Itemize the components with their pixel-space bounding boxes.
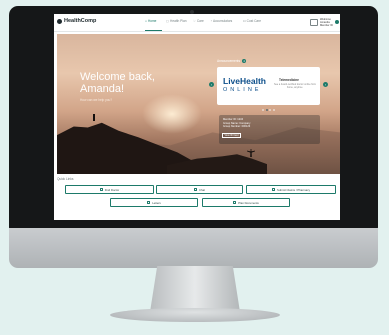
healthcomp-logo[interactable]: HealthComp — [57, 18, 96, 24]
view-id-card-button[interactable]: View ID Card — [222, 133, 241, 138]
announcements-count-badge: 4 — [242, 59, 247, 63]
quick-links-label: Quick Links — [57, 177, 74, 181]
monitor-chin — [9, 228, 378, 268]
monitor-stand-base — [110, 308, 280, 322]
livehealth-logo-text: LiveHealth — [223, 76, 266, 86]
welcome-heading: Welcome back, Amanda! — [80, 71, 155, 95]
quick-link-label: Chat — [199, 187, 205, 192]
hero-banner: Welcome back, Amanda! How can we help yo… — [57, 34, 340, 174]
nav-cost-care-label: Cost Care — [246, 19, 262, 23]
announcement-text: See a board-certified doctor online from… — [274, 83, 316, 89]
search-icon — [99, 188, 103, 191]
top-header: HealthComp ⌂ Home ▢ Health Plan ♡ Care ◔… — [54, 14, 340, 32]
welcome-subtitle: How can we help you? — [80, 98, 113, 102]
nav-care-label: Care — [196, 19, 204, 23]
sun-glow — [142, 94, 202, 134]
carousel-dot[interactable] — [272, 109, 275, 111]
quick-link-chat[interactable]: Chat — [156, 185, 243, 194]
quick-link-label: Find Doctor — [104, 187, 120, 192]
avatar[interactable] — [335, 20, 339, 24]
announcements-label: Announcements 4 — [217, 59, 247, 63]
monitor-stand-neck — [150, 266, 240, 312]
chevron-right-icon: › — [324, 82, 327, 87]
claims-icon — [272, 188, 276, 191]
nav-accumulators[interactable]: ◔ Accumulators — [210, 19, 232, 23]
quick-link-label: Letters — [152, 200, 161, 205]
nav-care[interactable]: ♡ Care — [193, 19, 204, 23]
nav-home[interactable]: ⌂ Home — [145, 19, 156, 23]
nav-active-underline — [145, 30, 162, 31]
quick-link-letters[interactable]: Letters — [110, 198, 198, 207]
chat-bubble-icon — [194, 188, 198, 191]
carousel-dot[interactable] — [265, 109, 268, 111]
quick-link-label: Submit Claims / Pharmacy — [277, 187, 310, 192]
member-id-line: Member ID: 1234 — [223, 118, 244, 121]
nav-health-plan-label: Health Plan — [170, 19, 187, 23]
chat-icon[interactable] — [310, 19, 318, 26]
person-silhouette — [93, 114, 95, 121]
carousel-dot[interactable] — [262, 109, 264, 111]
nav-accumulators-label: Accumulators — [212, 19, 233, 23]
cost-icon: ⊡ — [243, 19, 246, 23]
user-member-id: Member ID — [320, 24, 333, 28]
home-icon: ⌂ — [145, 19, 147, 23]
announcements-title: Announcements — [217, 59, 241, 63]
quick-link-find-doctor[interactable]: Find Doctor — [65, 185, 154, 194]
logo-mark-icon — [57, 18, 62, 24]
member-info-card: Member ID: 1234 Group Name: Company Grou… — [219, 115, 320, 144]
quick-link-submit-claims[interactable]: Submit Claims / Pharmacy — [246, 185, 336, 194]
screen: HealthComp ⌂ Home ▢ Health Plan ♡ Care ◔… — [54, 14, 340, 220]
announcement-heading: Telemedicine — [279, 78, 299, 82]
care-icon: ♡ — [193, 19, 196, 23]
chart-icon: ◔ — [210, 19, 212, 23]
nav-health-plan[interactable]: ▢ Health Plan — [166, 19, 187, 23]
plan-icon: ▢ — [166, 19, 170, 23]
nav-cost-care[interactable]: ⊡ Cost Care — [243, 19, 261, 23]
livehealth-online-text: ONLINE — [223, 87, 262, 93]
footer-area — [54, 210, 340, 220]
carousel-dots — [262, 109, 275, 111]
carousel-dot[interactable] — [269, 109, 271, 111]
quick-link-label: Plan Documents — [238, 200, 259, 205]
quick-link-plan-documents[interactable]: Plan Documents — [202, 198, 290, 207]
carousel-prev-button[interactable]: ‹ — [209, 82, 214, 87]
group-number-line: Group Number: 000123 — [223, 125, 251, 128]
nav-home-label: Home — [147, 19, 157, 23]
announcement-card[interactable]: LiveHealth ONLINE Telemedicine See a boa… — [217, 67, 320, 105]
pencil-icon — [147, 201, 151, 204]
carousel-next-button[interactable]: › — [323, 82, 328, 87]
logo-text: HealthComp — [64, 18, 97, 24]
document-icon — [233, 201, 237, 204]
chevron-left-icon: ‹ — [210, 82, 213, 87]
